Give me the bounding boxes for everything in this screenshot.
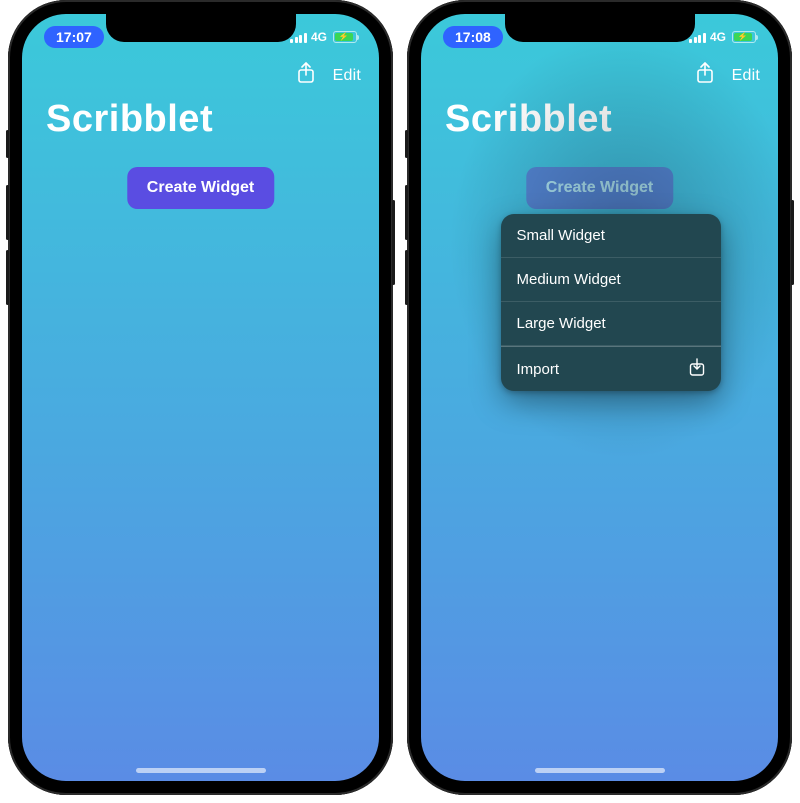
home-indicator[interactable] — [136, 768, 266, 773]
edit-button[interactable]: Edit — [732, 67, 760, 85]
battery-icon: ⚡ — [732, 31, 756, 43]
volume-down-button — [405, 250, 408, 305]
power-button — [392, 200, 395, 285]
share-icon[interactable] — [696, 62, 714, 89]
time-pill[interactable]: 17:07 — [44, 26, 104, 48]
menu-item-medium-widget[interactable]: Medium Widget — [501, 258, 721, 302]
time-pill[interactable]: 17:08 — [443, 26, 503, 48]
share-icon[interactable] — [297, 62, 315, 89]
menu-item-large-widget[interactable]: Large Widget — [501, 302, 721, 346]
app-title: Scribblet — [445, 98, 612, 141]
network-label: 4G — [311, 30, 327, 44]
network-label: 4G — [710, 30, 726, 44]
phone-right: 17:08 4G ⚡ Edit Scribblet Create Widget … — [407, 0, 792, 795]
edit-button[interactable]: Edit — [333, 67, 361, 85]
status-right: 4G ⚡ — [290, 30, 357, 44]
menu-item-import[interactable]: Import — [501, 346, 721, 391]
menu-item-label: Large Widget — [517, 315, 606, 332]
phone-left: 17:07 4G ⚡ Edit Scribblet Create Widget — [8, 0, 393, 795]
home-indicator[interactable] — [535, 768, 665, 773]
menu-item-small-widget[interactable]: Small Widget — [501, 214, 721, 258]
menu-item-label: Small Widget — [517, 227, 605, 244]
silence-switch — [405, 130, 408, 158]
menu-item-label: Import — [517, 361, 560, 378]
screen: 17:08 4G ⚡ Edit Scribblet Create Widget … — [421, 14, 778, 781]
status-right: 4G ⚡ — [689, 30, 756, 44]
create-widget-button[interactable]: Create Widget — [526, 167, 673, 209]
volume-down-button — [6, 250, 9, 305]
context-menu: Small Widget Medium Widget Large Widget … — [501, 214, 721, 391]
notch — [106, 14, 296, 42]
menu-item-label: Medium Widget — [517, 271, 621, 288]
create-widget-button[interactable]: Create Widget — [127, 167, 274, 209]
notch — [505, 14, 695, 42]
import-icon — [689, 358, 705, 380]
power-button — [791, 200, 794, 285]
battery-icon: ⚡ — [333, 31, 357, 43]
nav-bar: Edit — [297, 62, 361, 89]
app-title: Scribblet — [46, 98, 213, 141]
volume-up-button — [6, 185, 9, 240]
screen: 17:07 4G ⚡ Edit Scribblet Create Widget — [22, 14, 379, 781]
silence-switch — [6, 130, 9, 158]
nav-bar: Edit — [696, 62, 760, 89]
volume-up-button — [405, 185, 408, 240]
